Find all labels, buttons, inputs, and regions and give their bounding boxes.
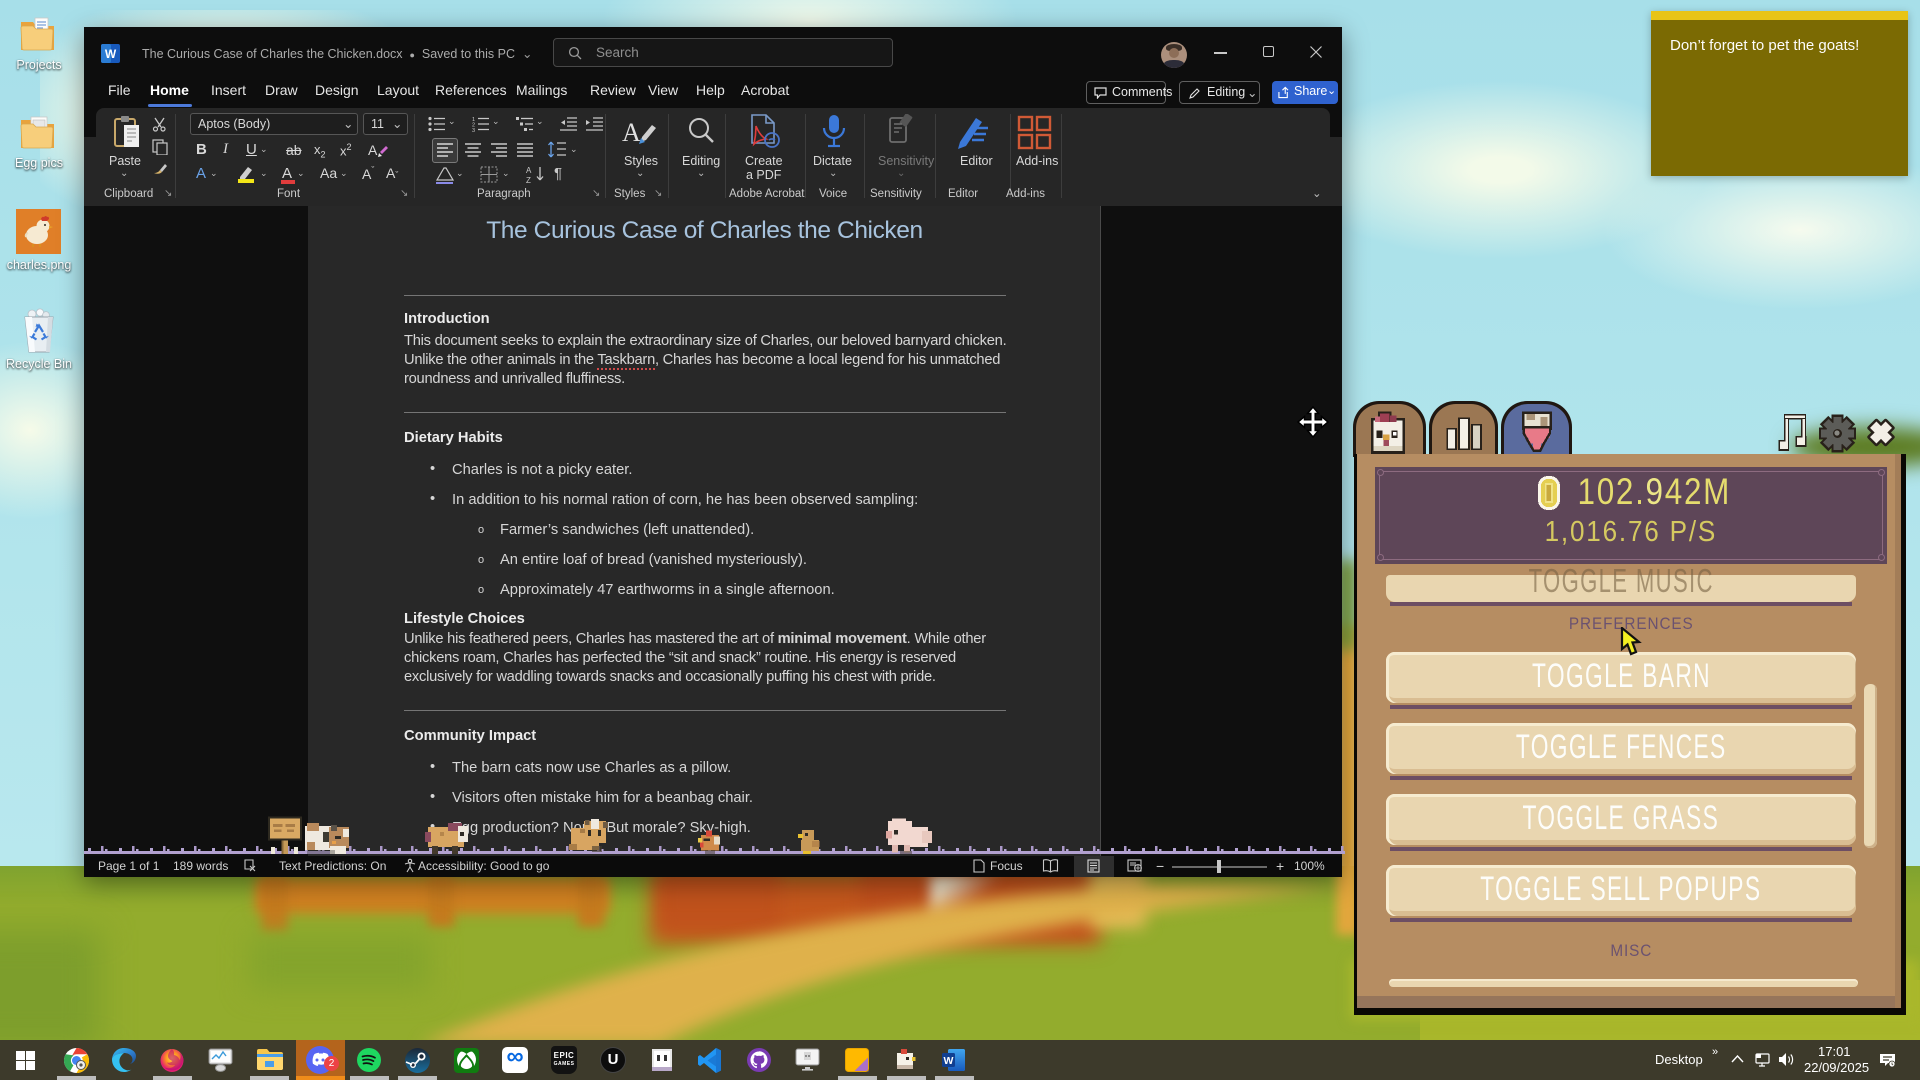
svg-text:W: W (944, 1055, 954, 1067)
